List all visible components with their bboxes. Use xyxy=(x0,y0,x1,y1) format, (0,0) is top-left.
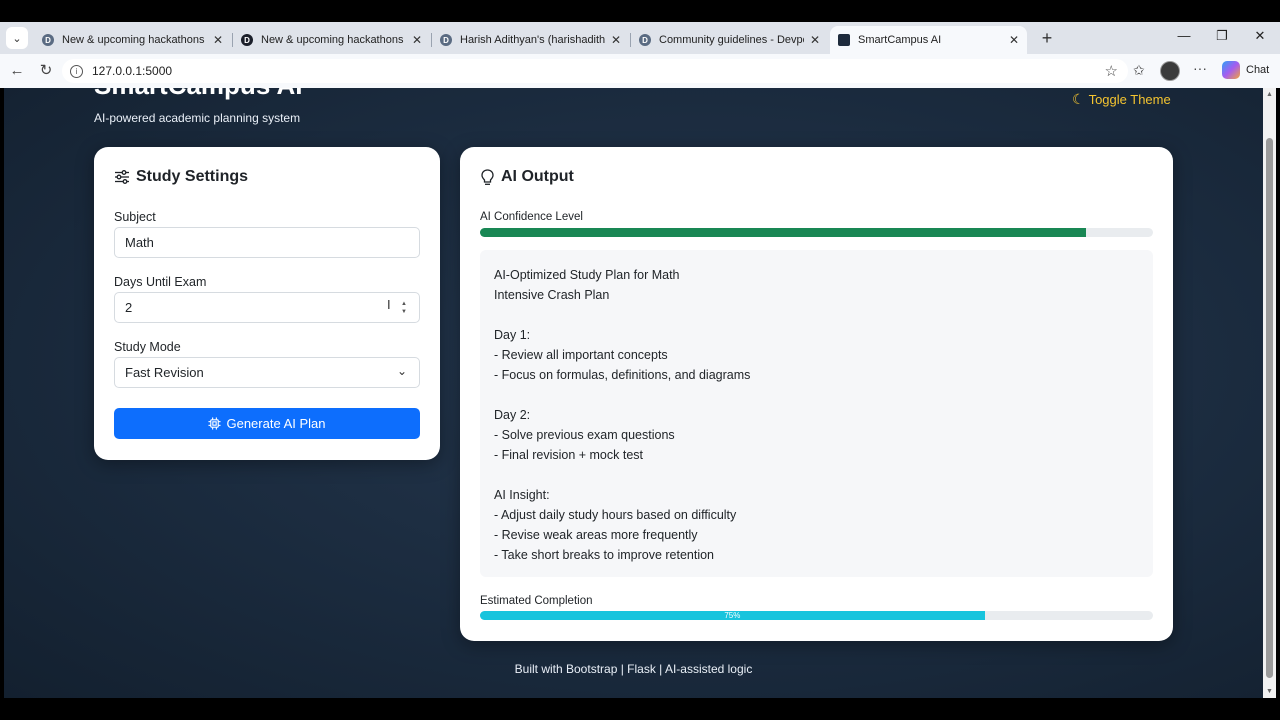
favorites-icon[interactable]: ✩ xyxy=(1133,62,1145,79)
completion-progress-bar: 75% xyxy=(480,611,1153,620)
screen-bottom-band xyxy=(0,698,1280,720)
app-brand-title: SmartCampus AI xyxy=(94,88,303,101)
tab-title: SmartCampus AI xyxy=(858,34,942,46)
moon-icon: ☾ xyxy=(1072,91,1085,107)
info-icon[interactable]: i xyxy=(70,64,83,78)
profile-avatar[interactable] xyxy=(1160,61,1180,81)
plan-line xyxy=(494,385,1139,405)
text-cursor-icon: I xyxy=(387,297,391,312)
cpu-icon xyxy=(208,417,222,430)
new-tab-plus-icon[interactable]: + xyxy=(1038,29,1056,47)
plan-line: - Final revision + mock test xyxy=(494,448,644,462)
plan-line: - Revise weak areas more frequently xyxy=(494,528,698,542)
browser-tab[interactable]: D Harish Adithyan's (harishadithyan1 ✕ xyxy=(432,26,629,54)
close-tab-icon[interactable]: ✕ xyxy=(1007,33,1021,47)
ai-output-title: AI Output xyxy=(501,168,574,185)
confidence-label: AI Confidence Level xyxy=(480,211,583,223)
sliders-icon xyxy=(114,169,130,185)
devpost-favicon-icon: D xyxy=(42,34,54,46)
page-scrollbar[interactable]: ▲ ▼ xyxy=(1263,88,1276,698)
completion-progress-fill: 75% xyxy=(480,611,985,620)
plan-line: - Solve previous exam questions xyxy=(494,428,675,442)
toggle-theme-button[interactable]: ☾ Toggle Theme xyxy=(1072,91,1171,108)
screen-top-band xyxy=(0,0,1280,22)
study-settings-heading: Study Settings xyxy=(114,168,248,186)
study-mode-value: Fast Revision xyxy=(125,365,204,380)
star-icon[interactable]: ☆ xyxy=(1105,62,1118,80)
back-icon[interactable]: ← xyxy=(8,62,26,80)
study-mode-label: Study Mode xyxy=(114,340,181,354)
page-viewport: SmartCampus AI AI-powered academic plann… xyxy=(4,88,1263,698)
subject-label: Subject xyxy=(114,210,156,224)
tab-menu-icon[interactable]: ⌄ xyxy=(6,27,28,49)
devpost-favicon-icon: D xyxy=(440,34,452,46)
subject-input[interactable]: Math xyxy=(114,227,420,258)
close-window-icon[interactable]: ✕ xyxy=(1250,28,1270,44)
lightbulb-icon xyxy=(480,168,495,186)
browser-address-bar: ← ↻ i 127.0.0.1:5000 ☆ ✩ ··· Chat xyxy=(0,54,1280,88)
scroll-up-icon[interactable]: ▲ xyxy=(1266,91,1273,98)
study-mode-select[interactable]: Fast Revision ⌄ xyxy=(114,357,420,388)
scroll-down-icon[interactable]: ▼ xyxy=(1266,688,1273,695)
more-icon[interactable]: ··· xyxy=(1193,60,1207,76)
tab-title: New & upcoming hackathons - De xyxy=(261,34,406,46)
devpost-favicon-icon: D xyxy=(639,34,651,46)
chevron-down-icon: ⌄ xyxy=(396,364,407,378)
devpost-favicon-icon: D xyxy=(241,34,253,46)
plan-line: - Review all important concepts xyxy=(494,348,668,362)
restore-window-icon[interactable]: ❐ xyxy=(1212,28,1232,44)
close-tab-icon[interactable]: ✕ xyxy=(609,33,623,47)
plan-line: Day 1: xyxy=(494,328,531,342)
days-value: 2 xyxy=(125,300,133,315)
plan-line: AI-Optimized Study Plan for Math xyxy=(494,268,680,282)
close-tab-icon[interactable]: ✕ xyxy=(410,33,424,47)
study-plan-output: AI-Optimized Study Plan for Math Intensiv… xyxy=(480,250,1153,577)
close-tab-icon[interactable]: ✕ xyxy=(211,33,225,47)
copilot-chat-button[interactable]: Chat xyxy=(1222,61,1269,79)
days-until-exam-input[interactable]: 2 I ▲ ▼ xyxy=(114,292,420,323)
chat-label: Chat xyxy=(1246,64,1270,76)
terminal-favicon-icon xyxy=(838,34,850,46)
tab-title: New & upcoming hackathons - De xyxy=(62,34,207,46)
study-settings-card: Study Settings Subject Math Days Until E… xyxy=(94,147,440,460)
confidence-progress-fill xyxy=(480,228,1086,237)
browser-tab[interactable]: D Community guidelines - Devpost ✕ xyxy=(631,26,828,54)
ai-output-heading: AI Output xyxy=(480,168,574,186)
browser-tab-strip: ⌄ D New & upcoming hackathons - De ✕ D N… xyxy=(0,22,1280,54)
url-input[interactable]: i 127.0.0.1:5000 ☆ xyxy=(62,59,1128,83)
plan-line: - Take short breaks to improve retention xyxy=(494,548,715,562)
plan-line: AI Insight: xyxy=(494,488,550,502)
generate-ai-plan-button[interactable]: Generate AI Plan xyxy=(114,408,420,439)
scrollbar-thumb[interactable] xyxy=(1266,138,1273,678)
number-stepper-icon[interactable]: ▲ ▼ xyxy=(401,300,407,316)
study-settings-title: Study Settings xyxy=(136,168,249,185)
plan-line: Intensive Crash Plan xyxy=(494,288,610,302)
plan-line: Day 2: xyxy=(494,408,531,422)
tab-title: Community guidelines - Devpost xyxy=(659,34,804,46)
plan-line: - Focus on formulas, definitions, and di… xyxy=(494,368,751,382)
confidence-progress-bar xyxy=(480,228,1153,237)
browser-tab[interactable]: D New & upcoming hackathons - De ✕ xyxy=(233,26,430,54)
ai-output-card: AI Output AI Confidence Level AI-Optimiz… xyxy=(460,147,1173,641)
generate-ai-plan-label: Generate AI Plan xyxy=(226,416,326,431)
plan-line xyxy=(494,305,1139,325)
close-tab-icon[interactable]: ✕ xyxy=(808,33,822,47)
plan-line: - Adjust daily study hours based on diff… xyxy=(494,508,737,522)
subject-value: Math xyxy=(125,235,154,250)
browser-tab[interactable]: D New & upcoming hackathons - De ✕ xyxy=(34,26,231,54)
plan-line xyxy=(494,465,1139,485)
toggle-theme-label: Toggle Theme xyxy=(1088,92,1171,107)
app-tagline: AI-powered academic planning system xyxy=(94,111,301,125)
tab-title: Harish Adithyan's (harishadithyan1 xyxy=(460,34,605,46)
copilot-icon xyxy=(1222,61,1240,79)
browser-tab-active[interactable]: SmartCampus AI ✕ xyxy=(830,26,1027,54)
completion-label: Estimated Completion xyxy=(480,595,593,607)
url-text: 127.0.0.1:5000 xyxy=(92,64,173,78)
page-footer: Built with Bootstrap | Flask | AI-assist… xyxy=(514,662,753,676)
days-until-exam-label: Days Until Exam xyxy=(114,275,207,289)
minimize-icon[interactable]: — xyxy=(1174,28,1194,43)
reload-icon[interactable]: ↻ xyxy=(37,62,55,80)
